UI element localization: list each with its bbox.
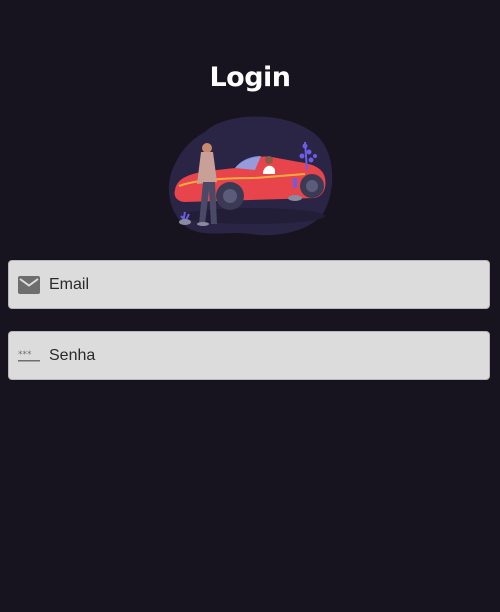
password-field-container[interactable]: *** — [8, 331, 490, 380]
page-title: Login — [209, 62, 291, 93]
email-field-container[interactable] — [8, 260, 490, 309]
password-input[interactable] — [49, 332, 489, 379]
mail-icon — [18, 274, 40, 296]
svg-text:***: *** — [18, 350, 32, 360]
password-dots-icon: *** — [18, 345, 40, 367]
car-illustration — [168, 116, 333, 236]
email-input[interactable] — [49, 261, 489, 308]
